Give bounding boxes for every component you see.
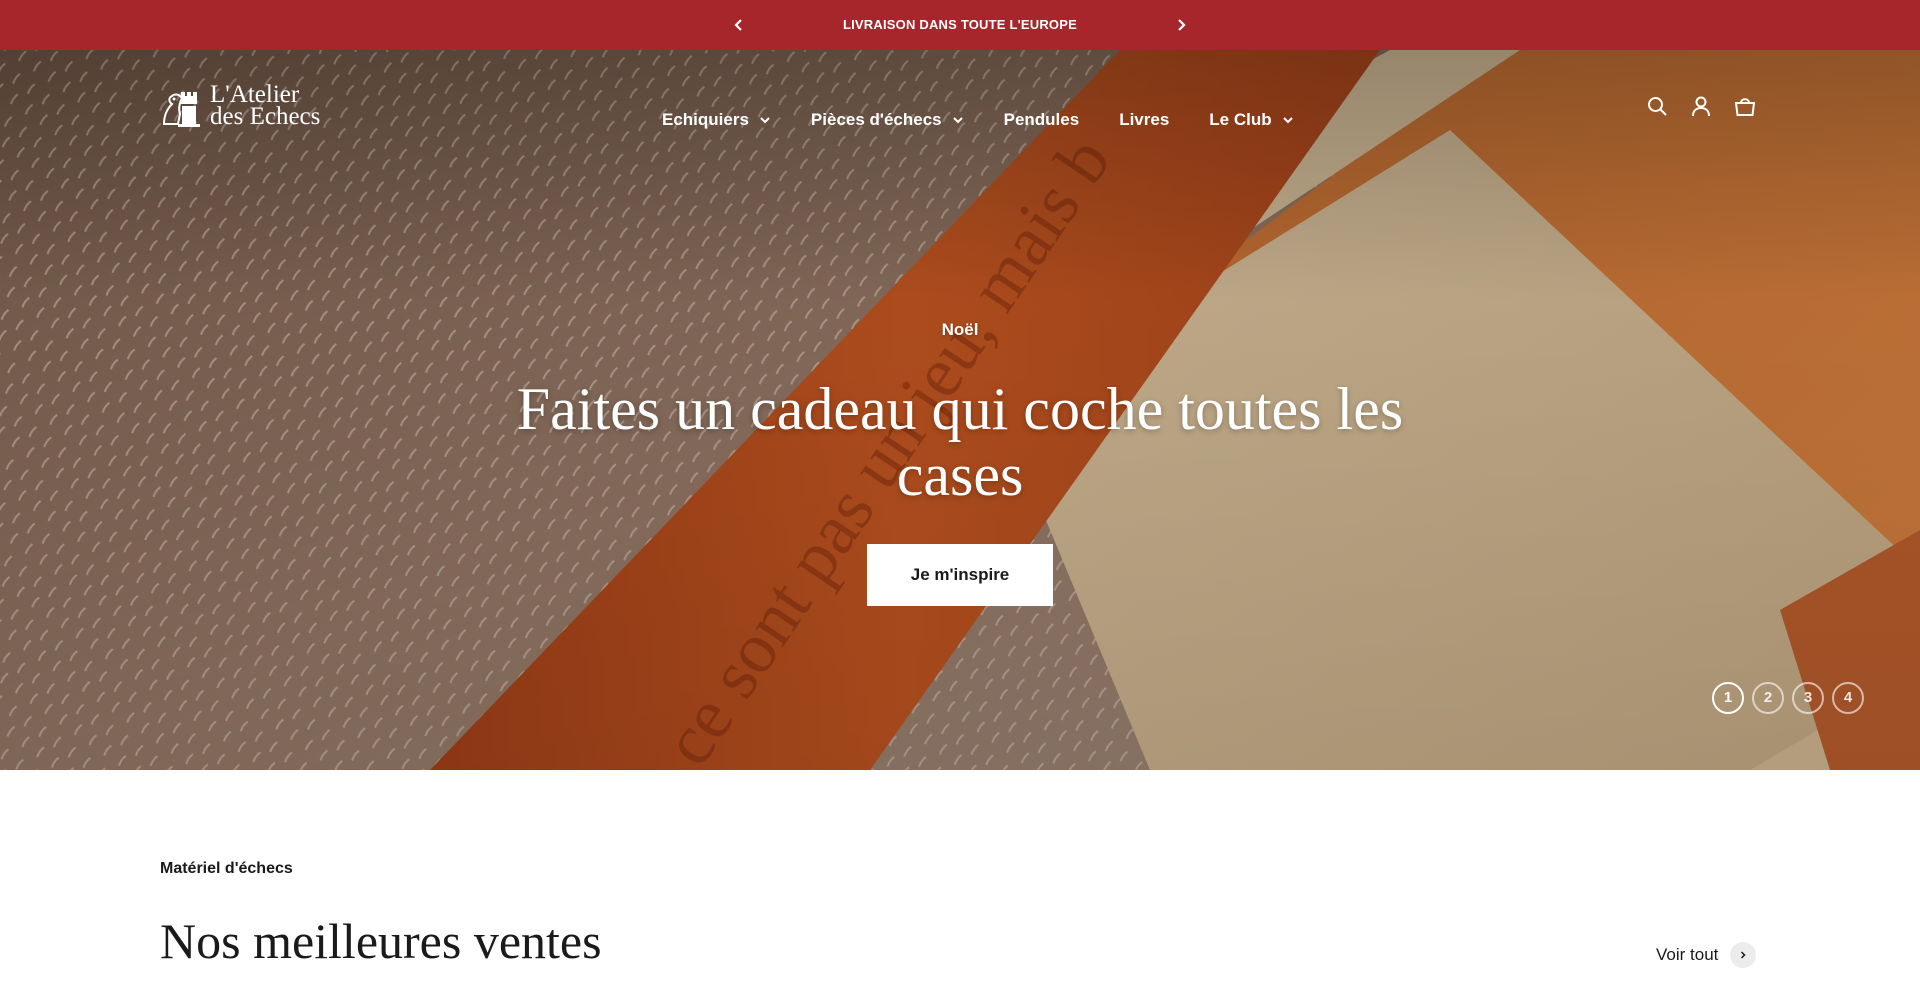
announcement-prev-button[interactable] — [729, 15, 749, 35]
slide-dot-1[interactable]: 1 — [1712, 682, 1744, 714]
nav-item-livres[interactable]: Livres — [1119, 110, 1169, 130]
nav-item-le-club[interactable]: Le Club — [1209, 110, 1293, 130]
nav-item-label: Livres — [1119, 110, 1170, 129]
nav-item-label: Pendules — [1003, 110, 1080, 129]
header-actions — [1645, 94, 1757, 118]
cart-button[interactable] — [1733, 94, 1757, 118]
nav-item-pieces[interactable]: Pièces d'échecs — [811, 110, 964, 130]
nav-item-label: Pièces d'échecs — [810, 110, 942, 129]
account-button[interactable] — [1689, 94, 1713, 118]
chevron-right-circle — [1730, 942, 1757, 968]
slide-dot-2[interactable]: 2 — [1752, 682, 1784, 714]
search-button[interactable] — [1645, 94, 1669, 118]
hero-content: Noël Faites un cadeau qui coche toutes l… — [460, 320, 1460, 606]
cart-icon — [1734, 98, 1756, 116]
hero-cta-button[interactable]: Je m'inspire — [867, 544, 1053, 606]
chevron-down-icon — [952, 117, 963, 124]
announcement-next-button[interactable] — [1171, 15, 1191, 35]
announcement-message: LIVRAISON DANS TOUTE L'EUROPE — [842, 17, 1077, 32]
nav-item-pendules[interactable]: Pendules — [1004, 110, 1080, 130]
announcement-bar: LIVRAISON DANS TOUTE L'EUROPE — [0, 0, 1920, 50]
logo[interactable]: L'Atelier des Echecs — [160, 82, 340, 134]
section-kicker: Matériel d'échecs — [160, 860, 293, 877]
main-nav: Echiquiers Pièces d'échecs Pendules Livr… — [662, 100, 1294, 140]
logo-text: L'Atelier des Echecs — [210, 82, 321, 130]
see-all-label: Voir tout — [1656, 945, 1719, 964]
chevron-left-icon — [734, 19, 742, 31]
chevron-down-icon — [1282, 117, 1293, 124]
hero-title: Faites un cadeau qui coche toutes les ca… — [516, 376, 1404, 508]
chess-knight-rook-icon — [162, 92, 200, 127]
slide-dot-3[interactable]: 3 — [1792, 682, 1824, 714]
section-title: Nos meilleures ventes — [160, 913, 602, 969]
chevron-down-icon — [760, 117, 770, 124]
search-icon — [1648, 97, 1667, 116]
site-header: L'Atelier des Echecs Echiquiers Pièces d… — [0, 50, 1920, 160]
chevron-right-icon — [1178, 19, 1186, 31]
account-icon — [1692, 96, 1710, 117]
best-sellers-section: Matériel d'échecs Nos meilleures ventes … — [160, 860, 1760, 969]
chevron-right-icon — [1741, 951, 1746, 959]
nav-item-label: Le Club — [1209, 110, 1272, 129]
see-all-link[interactable]: Voir tout — [1656, 942, 1757, 968]
nav-item-label: Echiquiers — [662, 110, 749, 129]
nav-item-echiquiers[interactable]: Echiquiers — [662, 110, 771, 130]
logo-line-2: des Echecs — [210, 103, 321, 130]
slide-dot-4[interactable]: 4 — [1832, 682, 1864, 714]
slide-pagination: 1 2 3 4 — [1712, 682, 1864, 714]
hero-subheading: Noël — [941, 320, 979, 339]
